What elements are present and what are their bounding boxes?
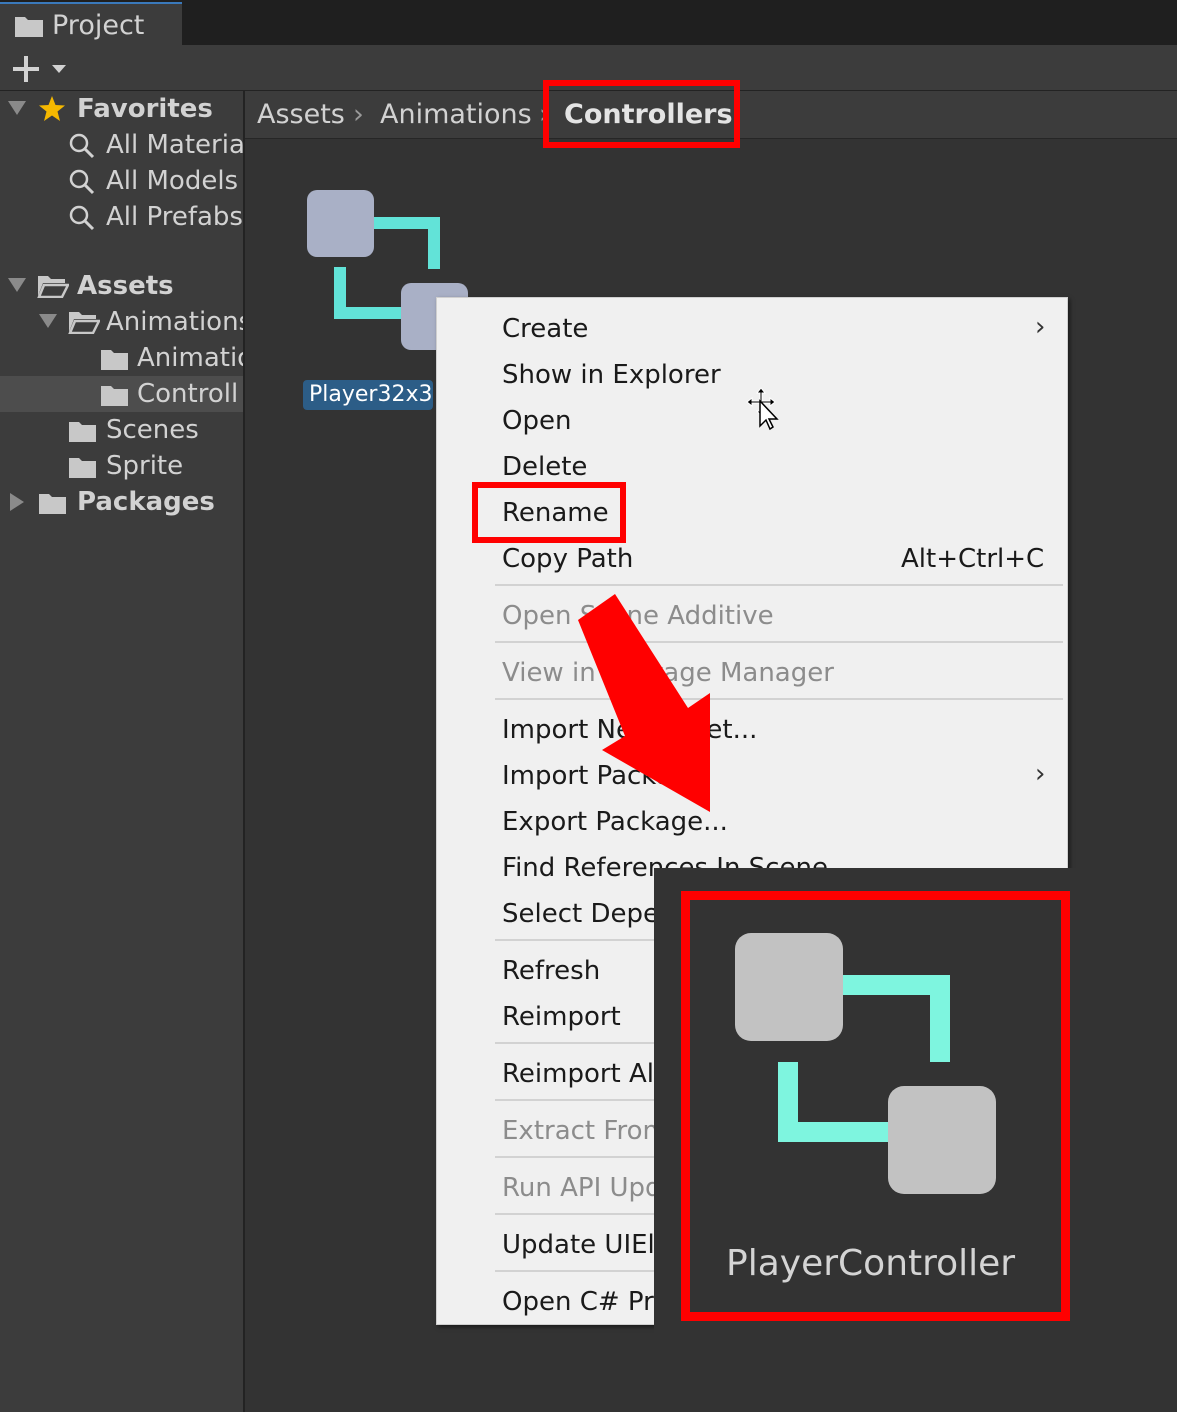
search-icon [69, 205, 95, 231]
tab-project[interactable]: Project [0, 2, 182, 45]
search-icon [69, 133, 95, 159]
folder-icon [69, 458, 96, 478]
shortcut-copy-path: Alt+Ctrl+C [901, 544, 1045, 574]
star-icon [39, 96, 65, 121]
tree-item-scenes[interactable]: Scenes [0, 412, 243, 448]
tree-item-all-models[interactable]: All Models [0, 163, 243, 199]
tree-item-packages[interactable]: Packages [0, 484, 243, 520]
tree-item-all-materials[interactable]: All Materia [0, 127, 243, 163]
add-button[interactable] [10, 53, 70, 85]
chevron-right-icon: › [1035, 759, 1046, 789]
folder-icon [101, 350, 128, 370]
chevron-right-icon: › [1035, 312, 1046, 342]
folder-icon [15, 17, 43, 37]
highlight-box-breadcrumb [543, 80, 740, 148]
folder-icon [101, 386, 128, 406]
tree-item-favorites[interactable]: Favorites [0, 91, 243, 127]
chevron-down-icon [52, 65, 66, 73]
menu-item-show-in-explorer[interactable]: Show in Explorer [502, 358, 721, 392]
menu-item-refresh[interactable]: Refresh [502, 954, 600, 988]
move-cursor-icon [746, 387, 779, 431]
folder-icon [69, 422, 96, 442]
tree-item-animations[interactable]: Animations [0, 304, 243, 340]
menu-item-reimport-all[interactable]: Reimport All [502, 1057, 661, 1091]
folder-open-icon [68, 312, 100, 334]
tree-item-assets[interactable]: Assets [0, 268, 243, 304]
plus-icon [13, 56, 66, 82]
tab-title: Project [52, 10, 145, 41]
search-icon [69, 169, 95, 195]
tree-item-controllers[interactable]: Controll [0, 376, 243, 412]
menu-separator [495, 584, 1063, 586]
folder-open-icon [37, 276, 69, 298]
highlight-box-rename [472, 482, 626, 543]
chevron-right-icon: › [353, 99, 364, 130]
highlight-box-inset [681, 891, 1070, 1321]
menu-item-reimport[interactable]: Reimport [502, 1000, 621, 1034]
breadcrumb-assets[interactable]: Assets [257, 91, 345, 139]
folder-icon [39, 494, 66, 514]
menu-item-open[interactable]: Open [502, 404, 571, 438]
menu-item-copy-path[interactable]: Copy Path [502, 542, 633, 576]
breadcrumb-animations[interactable]: Animations [380, 91, 532, 139]
menu-item-create[interactable]: Create [502, 312, 588, 346]
tree-item-sprite[interactable]: Sprite [0, 448, 243, 484]
asset-name-label[interactable]: Player32x32 [303, 380, 433, 410]
tree-item-all-prefabs[interactable]: All Prefabs [0, 199, 243, 235]
menu-item-delete[interactable]: Delete [502, 450, 587, 484]
red-arrow-icon [578, 594, 710, 812]
tree-item-animation-clips[interactable]: Animatio [0, 340, 243, 376]
project-tree: Favorites All Materia All Models All Pre… [0, 91, 245, 1412]
